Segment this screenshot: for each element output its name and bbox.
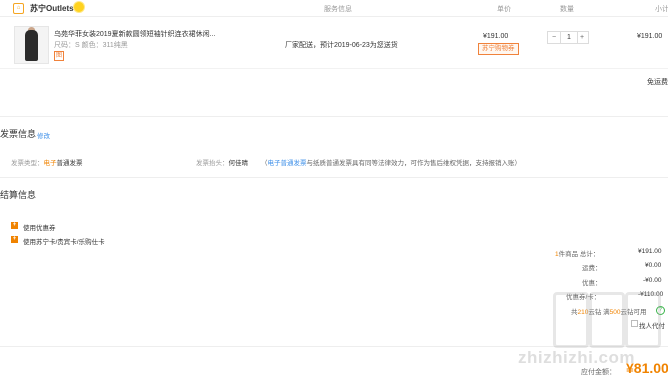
invoice-title: 发票信息	[0, 129, 37, 139]
invoice-header: 发票抬头：何佳晴	[196, 160, 248, 167]
freight-label: 运费：	[582, 265, 602, 272]
free-shipping: 免运费	[647, 79, 668, 86]
sun-badge-icon	[74, 2, 84, 12]
column-service: 服务信息	[324, 6, 352, 13]
invoice-type-highlight: 电子	[43, 160, 57, 167]
product-title[interactable]: 乌苑华菲女装2019夏新款圆领短袖针织连衣裙休闲...	[54, 29, 219, 39]
items-total-label: 1件商品 总计：	[555, 251, 600, 258]
discount-label: 优惠：	[582, 280, 602, 287]
invoice-edit-link[interactable]: 修改	[37, 130, 50, 140]
store-name[interactable]: 苏宁Outlets	[30, 3, 74, 14]
column-subtotal: 小计	[655, 6, 668, 13]
product-thumbnail[interactable]	[14, 26, 49, 64]
coupon-option[interactable]: 使用优惠券	[23, 222, 56, 232]
promo-tag: 苏宁购物券	[478, 43, 519, 55]
divider	[0, 177, 668, 178]
increase-button[interactable]: +	[576, 32, 588, 43]
invoice-note: （电子普通发票与纸质普通发票具有同等法律效力，可作为售后维权凭据，支持报销入账）	[261, 160, 521, 167]
discount-value: -¥0.00	[643, 277, 662, 284]
settlement-title: 结算信息	[0, 190, 37, 200]
product-spec: 尺码：S 颜色：311纯黑	[54, 42, 128, 49]
divider	[0, 116, 668, 117]
decrease-button[interactable]: −	[548, 32, 560, 43]
subtotal: ¥191.00	[637, 33, 663, 40]
divider	[0, 16, 668, 17]
freight-value: ¥0.00	[645, 262, 662, 269]
invoice-type-label: 发票类型：电子普通发票	[11, 160, 83, 167]
plus-icon[interactable]: +	[11, 236, 18, 243]
plus-icon[interactable]: +	[11, 222, 18, 229]
card-option[interactable]: 使用苏宁卡/贵宾卡/乐购仕卡	[23, 236, 105, 246]
unit-price: ¥191.00	[483, 33, 509, 40]
product-badge: 图	[54, 51, 64, 61]
total-label: 应付金额：	[581, 369, 616, 376]
column-quantity: 数量	[560, 6, 574, 13]
store-icon: ⌂	[13, 3, 24, 14]
divider	[0, 68, 668, 69]
column-unit-price: 单价	[497, 6, 511, 13]
watermark-text: zhizhizhi.com	[518, 348, 635, 367]
shipping-info: 厂家配送，预计2019-06-23为您送货	[285, 42, 398, 49]
quantity-stepper[interactable]: − 1 +	[547, 31, 589, 44]
items-total-value: ¥191.00	[638, 248, 662, 255]
